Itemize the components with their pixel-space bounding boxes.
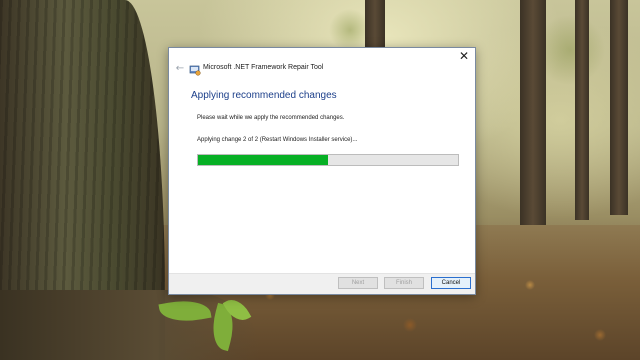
close-icon[interactable]: ✕ bbox=[453, 48, 475, 64]
wallpaper-tree-trunk bbox=[0, 0, 260, 360]
dialog-button-bar: Next Finish Cancel bbox=[169, 273, 475, 294]
wallpaper-tree bbox=[520, 0, 546, 230]
progress-status-text: Applying change 2 of 2 (Restart Windows … bbox=[197, 137, 358, 143]
window-title: Microsoft .NET Framework Repair Tool bbox=[203, 64, 324, 71]
wallpaper-tree bbox=[610, 0, 628, 215]
next-button[interactable]: Next bbox=[338, 277, 378, 289]
page-description: Please wait while we apply the recommend… bbox=[197, 115, 345, 121]
progress-bar-fill bbox=[198, 155, 328, 165]
dotnet-repair-tool-icon bbox=[189, 63, 201, 76]
finish-button[interactable]: Finish bbox=[384, 277, 424, 289]
repair-tool-dialog: ← Microsoft .NET Framework Repair Tool ✕… bbox=[168, 47, 476, 295]
page-heading: Applying recommended changes bbox=[191, 90, 337, 101]
progress-bar bbox=[197, 154, 459, 166]
dialog-titlebar: ← Microsoft .NET Framework Repair Tool ✕ bbox=[169, 48, 475, 88]
wallpaper-tree bbox=[575, 0, 589, 220]
cancel-button[interactable]: Cancel bbox=[431, 277, 471, 289]
back-arrow-icon[interactable]: ← bbox=[173, 63, 187, 75]
